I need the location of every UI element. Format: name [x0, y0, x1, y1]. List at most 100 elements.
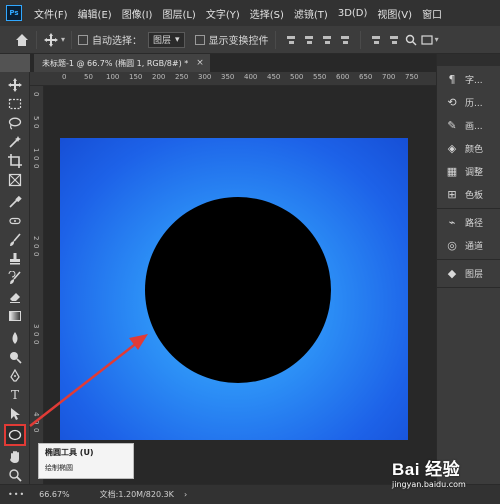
crop-tool[interactable] — [5, 152, 25, 170]
ruler-tick-label: 500 — [290, 73, 304, 81]
menu-file[interactable]: 文件(F) — [34, 6, 68, 21]
panel-adjustments[interactable]: ▦ 调整 — [437, 160, 500, 183]
panel-layers[interactable]: ◆ 图层 — [437, 262, 500, 285]
path-selection-tool[interactable] — [5, 405, 25, 423]
clone-stamp-tool[interactable] — [5, 250, 25, 268]
ruler-tick-label: 650 — [359, 73, 373, 81]
ruler-tick-label: 400 — [244, 73, 258, 81]
ruler-tick-label: 5 — [32, 116, 40, 121]
menu-filter[interactable]: 滤镜(T) — [294, 6, 328, 21]
hand-tool[interactable] — [5, 448, 25, 466]
panel-label: 颜色 — [465, 145, 484, 155]
blur-tool[interactable] — [5, 329, 25, 347]
align-vcenter-icon[interactable] — [303, 34, 315, 46]
marquee-tool[interactable] — [5, 95, 25, 113]
history-icon: ⟲ — [447, 96, 457, 109]
search-icon[interactable] — [403, 32, 419, 48]
ruler-tick-label: 0 — [32, 124, 40, 129]
ellipse-shape[interactable] — [145, 197, 331, 383]
brush-tool[interactable] — [5, 231, 25, 249]
history-brush-tool[interactable] — [5, 269, 25, 287]
ruler-tick-label: 1 — [32, 148, 40, 153]
document-info: 文档:1.20M/820.3K — [99, 490, 174, 499]
zoom-level[interactable]: 66.67% — [39, 490, 70, 499]
ruler-tick-label: 350 — [221, 73, 235, 81]
auto-select-dropdown[interactable]: 图层 ▾ — [148, 31, 185, 48]
panel-swatches[interactable]: ⊞ 色板 — [437, 183, 500, 206]
panel-brush[interactable]: ✎ 画... — [437, 114, 500, 137]
watermark-brand: Bai 经验 — [392, 460, 461, 479]
auto-select-checkbox[interactable] — [78, 34, 89, 45]
ruler-tick-label: 0 — [32, 420, 40, 425]
show-transform-label: 显示变换控件 — [208, 36, 269, 47]
paragraph-icon: ¶ — [448, 73, 456, 86]
panel-group: ⌁ 路径 ◎ 通道 — [437, 209, 500, 260]
close-icon[interactable]: × — [196, 58, 204, 68]
document-tab-bar: 未标题-1 @ 66.7% (椭圆 1, RGB/8#) * × — [30, 54, 436, 72]
ruler-tick-label: 250 — [175, 73, 189, 81]
paths-icon: ⌁ — [448, 216, 456, 229]
divider — [359, 30, 361, 49]
ruler-horizontal: 0 50 100 150 200 250 300 350 400 450 500… — [30, 72, 436, 86]
divider — [71, 30, 73, 49]
type-tool[interactable]: T — [5, 386, 25, 404]
magic-wand-tool[interactable] — [5, 133, 25, 151]
document-tab-title: 未标题-1 @ 66.7% (椭圆 1, RGB/8#) * — [42, 58, 189, 68]
panel-paths[interactable]: ⌁ 路径 — [437, 211, 500, 234]
tooltip: 椭圆工具 (U) 绘制椭圆 — [38, 443, 134, 479]
panel-label: 调整 — [465, 168, 484, 178]
color-board-icon: ⊞ — [447, 188, 457, 201]
chevron-down-icon: ▾ — [175, 34, 180, 45]
ruler-tick-label: 450 — [267, 73, 281, 81]
pen-tool[interactable] — [5, 367, 25, 385]
ruler-tick-label: 200 — [152, 73, 166, 81]
panel-history[interactable]: ⟲ 历... — [437, 91, 500, 114]
eraser-tool[interactable] — [5, 288, 25, 306]
panel-dock: ¶ 字... ⟲ 历... ✎ 画... ◈ 颜色 ▦ 调整 ⊞ 色板 ⌁ 路径 — [436, 54, 500, 484]
panel-channels[interactable]: ◎ 通道 — [437, 234, 500, 257]
distribute-top-icon[interactable] — [370, 34, 382, 46]
align-left-icon[interactable] — [339, 34, 351, 46]
ruler-tick-label: 0 — [32, 428, 40, 433]
workspace-icon[interactable] — [419, 32, 435, 48]
healing-brush-tool[interactable] — [5, 212, 25, 230]
align-top-icon[interactable] — [285, 34, 297, 46]
move-tool[interactable] — [5, 76, 25, 94]
chevron-down-icon[interactable]: ▾ — [435, 35, 439, 44]
ruler-tick-label: 0 — [32, 92, 40, 97]
channels-icon: ◎ — [447, 239, 457, 252]
ruler-tick-label: 0 — [32, 340, 40, 345]
eyedropper-tool[interactable] — [5, 193, 25, 211]
menu-edit[interactable]: 编辑(E) — [78, 6, 112, 21]
lasso-tool[interactable] — [5, 114, 25, 132]
menu-image[interactable]: 图像(I) — [122, 6, 153, 21]
menu-window[interactable]: 窗口 — [422, 6, 442, 21]
move-tool-icon[interactable] — [43, 32, 59, 48]
menu-bar: Ps 文件(F) 编辑(E) 图像(I) 图层(L) 文字(Y) 选择(S) 滤… — [0, 0, 500, 26]
panel-label: 画... — [465, 122, 483, 132]
ellipse-tool[interactable] — [4, 424, 26, 446]
menu-view[interactable]: 视图(V) — [377, 6, 412, 21]
frame-tool[interactable] — [5, 171, 25, 189]
dodge-tool[interactable] — [5, 348, 25, 366]
align-bottom-icon[interactable] — [321, 34, 333, 46]
chevron-right-icon[interactable]: › — [184, 490, 187, 499]
menu-layer[interactable]: 图层(L) — [162, 6, 195, 21]
gradient-tool[interactable] — [5, 307, 25, 325]
menu-select[interactable]: 选择(S) — [250, 6, 284, 21]
more-icon[interactable]: ••• — [8, 490, 25, 499]
distribute-center-icon[interactable] — [388, 34, 400, 46]
document-tab[interactable]: 未标题-1 @ 66.7% (椭圆 1, RGB/8#) * × — [34, 54, 210, 72]
zoom-tool[interactable] — [5, 466, 25, 484]
show-transform-checkbox[interactable] — [194, 34, 205, 45]
panel-color[interactable]: ◈ 颜色 — [437, 137, 500, 160]
home-icon[interactable] — [14, 32, 30, 48]
auto-select-value: 图层 — [153, 36, 172, 46]
swatches-icon: ▦ — [446, 165, 458, 178]
menu-3d[interactable]: 3D(D) — [338, 8, 368, 19]
panel-character[interactable]: ¶ 字... — [437, 68, 500, 91]
menu-type[interactable]: 文字(Y) — [206, 6, 240, 21]
tooltip-description: 绘制椭圆 — [45, 464, 73, 472]
chevron-down-icon[interactable]: ▾ — [61, 35, 65, 44]
ruler-tick-label: 50 — [84, 73, 93, 81]
